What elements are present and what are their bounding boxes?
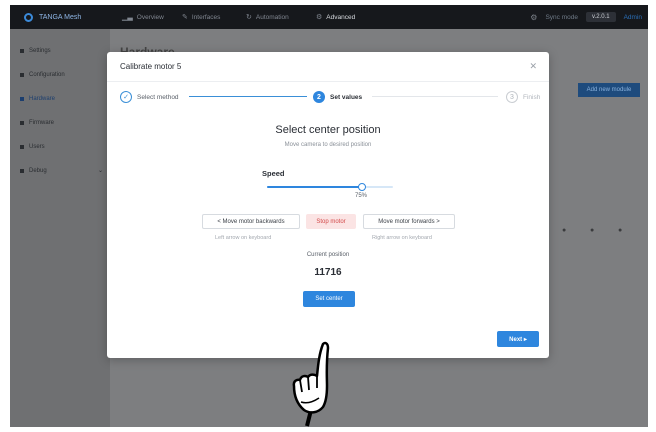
check-icon: ✓	[120, 91, 132, 103]
step-connector	[189, 96, 307, 97]
section-title: Select center position	[275, 124, 381, 136]
set-center-button[interactable]: Set center	[303, 291, 355, 307]
tab-advanced[interactable]: ⚙ Advanced	[316, 10, 355, 24]
add-module-button[interactable]: Add new module	[578, 83, 640, 97]
chart-icon: ▁▃	[122, 14, 133, 21]
calibrate-motor-dialog: Calibrate motor 5 ✕ ✓ Select method 2 Se…	[107, 52, 549, 358]
divider	[107, 81, 549, 82]
settings-icon	[20, 49, 24, 53]
step-finish: 3 Finish	[506, 90, 540, 104]
speed-slider[interactable]	[267, 183, 393, 191]
brand-logo-icon	[24, 12, 33, 22]
user-menu[interactable]: Admin	[624, 14, 642, 21]
sidebar-item-settings[interactable]: Settings	[20, 45, 51, 57]
top-navigation-bar: TANGA Mesh ▁▃ Overview ✎ Interfaces ↻ Au…	[10, 5, 648, 29]
step-label: Finish	[523, 93, 541, 101]
section-subtitle: Move camera to desired position	[284, 142, 372, 148]
tab-overview[interactable]: ▁▃ Overview	[122, 10, 164, 24]
move-backward-button[interactable]: < Move motor backwards	[202, 214, 300, 229]
brand-name: TANGA Mesh	[39, 13, 82, 21]
move-forward-button[interactable]: Move motor forwards >	[363, 214, 455, 229]
debug-icon	[20, 169, 24, 173]
forward-hint: Right arrow on keyboard	[372, 235, 432, 241]
step-label: Select method	[137, 93, 179, 101]
backward-hint: Left arrow on keyboard	[215, 235, 272, 241]
step-number: 3	[506, 91, 518, 103]
close-icon[interactable]: ✕	[529, 61, 537, 72]
users-icon	[20, 145, 24, 149]
speed-slider-handle[interactable]	[357, 183, 366, 191]
configuration-icon	[20, 73, 24, 77]
table-cell-icon: ●	[562, 227, 567, 234]
step-select-method: ✓ Select method	[120, 90, 179, 104]
system-mode-label[interactable]: Sync mode	[545, 14, 578, 21]
settings-gear-icon[interactable]: ⚙	[530, 13, 537, 22]
hardware-icon	[20, 97, 24, 101]
firmware-icon	[20, 121, 24, 125]
sidebar-item-configuration[interactable]: Configuration	[20, 69, 65, 81]
speed-value: 75%	[354, 193, 367, 199]
sidebar-item-firmware[interactable]: Firmware	[20, 117, 54, 129]
top-right-controls: ⚙ Sync mode v.2.0.1 Admin	[530, 9, 648, 25]
speed-label: Speed	[262, 169, 285, 178]
step-number: 2	[313, 91, 325, 103]
pointing-hand-icon	[277, 340, 347, 427]
step-label: Set values	[330, 93, 363, 101]
speed-slider-fill	[267, 186, 362, 188]
current-position-label: Current position	[306, 252, 350, 258]
wrench-icon: ✎	[182, 14, 188, 21]
version-badge: v.2.0.1	[585, 12, 616, 22]
gear-icon: ⚙	[316, 14, 323, 21]
tab-interfaces[interactable]: ✎ Interfaces	[182, 10, 220, 24]
current-position-value: 11716	[314, 267, 342, 278]
next-button[interactable]: Next ▸	[497, 331, 539, 347]
step-set-values: 2 Set values	[313, 90, 362, 104]
tab-automation[interactable]: ↻ Automation	[246, 10, 289, 24]
sidebar: Settings Configuration Hardware Firmware…	[10, 29, 110, 427]
sidebar-item-debug[interactable]: Debug	[20, 165, 47, 177]
brand[interactable]: TANGA Mesh	[24, 10, 81, 24]
sidebar-item-hardware[interactable]: Hardware	[20, 93, 55, 105]
stop-motor-button[interactable]: Stop motor	[306, 214, 356, 229]
chevron-down-icon[interactable]: ⌄	[98, 167, 103, 174]
step-connector	[372, 96, 498, 97]
table-cell-icon: ●	[590, 227, 595, 234]
refresh-icon: ↻	[246, 14, 252, 21]
dialog-title: Calibrate motor 5	[120, 62, 182, 71]
sidebar-item-users[interactable]: Users	[20, 141, 45, 153]
table-cell-icon: ●	[618, 227, 623, 234]
